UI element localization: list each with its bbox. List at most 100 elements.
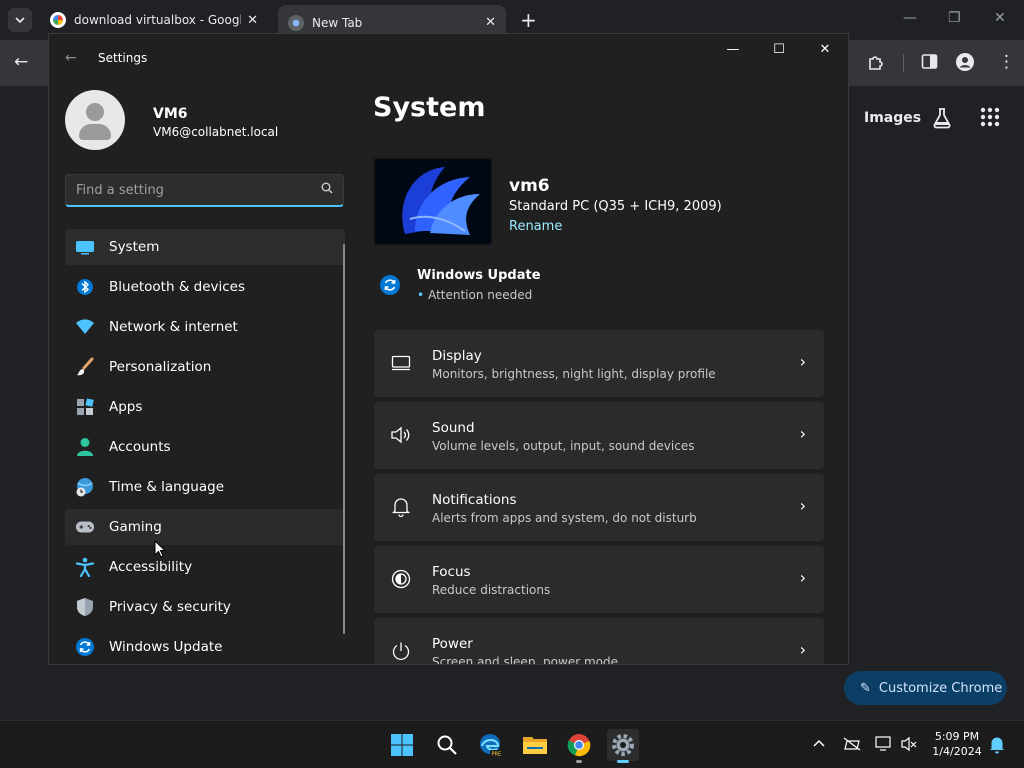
device-wallpaper-thumbnail xyxy=(373,157,493,246)
person-icon xyxy=(75,437,95,457)
nav-item-network[interactable]: Network & internet xyxy=(65,309,345,345)
display-icon xyxy=(390,352,412,374)
google-icon xyxy=(50,12,66,28)
svg-text:PRE: PRE xyxy=(492,752,502,758)
card-sound[interactable]: Sound Volume levels, output, input, soun… xyxy=(374,402,824,469)
card-display[interactable]: Display Monitors, brightness, night ligh… xyxy=(374,330,824,397)
nav-label: Accounts xyxy=(109,439,171,455)
close-icon[interactable]: ✕ xyxy=(485,15,496,30)
window-title: Settings xyxy=(98,51,148,65)
nav-item-privacy-security[interactable]: Privacy & security xyxy=(65,589,345,625)
update-icon xyxy=(75,637,95,657)
monitor-icon xyxy=(75,237,95,257)
taskbar-edge-beta[interactable]: PRE xyxy=(475,729,507,761)
card-focus[interactable]: Focus Reduce distractions › xyxy=(374,546,824,613)
rename-link[interactable]: Rename xyxy=(509,219,562,234)
search-icon xyxy=(321,182,333,197)
maximize-icon[interactable]: ☐ xyxy=(764,42,794,57)
display-network-icon[interactable] xyxy=(875,736,893,756)
search-input[interactable] xyxy=(66,175,306,206)
gamepad-icon xyxy=(75,517,95,537)
side-panel-icon[interactable] xyxy=(921,53,938,75)
show-hidden-icons-chevron-icon[interactable] xyxy=(813,735,825,751)
bell-icon xyxy=(390,496,412,518)
close-icon[interactable]: ✕ xyxy=(810,42,840,57)
settings-search[interactable] xyxy=(65,174,344,207)
restore-icon[interactable]: ❐ xyxy=(948,10,961,26)
edge-beta-icon: PRE xyxy=(480,734,503,758)
chevron-down-icon xyxy=(15,17,25,24)
taskbar-settings[interactable] xyxy=(607,729,639,763)
start-button[interactable] xyxy=(386,729,418,761)
nav-item-personalization[interactable]: Personalization xyxy=(65,349,345,385)
accessibility-icon xyxy=(75,557,95,577)
chevron-right-icon: › xyxy=(799,424,806,443)
chevron-right-icon: › xyxy=(799,640,806,659)
nav-item-gaming[interactable]: Gaming xyxy=(65,509,345,545)
volume-muted-icon[interactable] xyxy=(901,736,917,756)
extensions-icon[interactable] xyxy=(867,53,885,76)
search-icon xyxy=(437,735,457,755)
status-dot: • xyxy=(417,288,425,302)
card-power[interactable]: Power Screen and sleep, power mode › xyxy=(374,618,824,664)
user-email: VM6@collabnet.local xyxy=(153,125,279,139)
page-title: System xyxy=(373,92,486,123)
tab-title: download virtualbox - Google S xyxy=(74,13,241,27)
card-notifications[interactable]: Notifications Alerts from apps and syste… xyxy=(374,474,824,541)
taskbar: PRE 5:09 PM 1/4/2024 xyxy=(0,720,1024,768)
chevron-right-icon: › xyxy=(799,496,806,515)
active-indicator xyxy=(617,760,629,763)
nav-label: Gaming xyxy=(109,519,162,535)
notification-bell-icon[interactable] xyxy=(989,736,1005,758)
settings-nav: System Bluetooth & devices Network & int… xyxy=(65,229,345,664)
nav-scrollbar[interactable] xyxy=(343,244,345,634)
nav-item-windows-update[interactable]: Windows Update xyxy=(65,629,345,664)
minimize-icon[interactable]: — xyxy=(903,10,917,26)
close-icon[interactable]: ✕ xyxy=(247,13,258,28)
back-arrow-icon[interactable]: ← xyxy=(65,50,77,66)
images-link[interactable]: Images xyxy=(864,110,921,126)
customize-chrome-label: Customize Chrome xyxy=(878,680,1003,696)
clock-date: 1/4/2024 xyxy=(932,745,982,758)
focus-icon xyxy=(390,568,412,590)
tab-search-button[interactable] xyxy=(8,8,32,32)
profile-icon[interactable] xyxy=(956,53,974,76)
nav-label: Bluetooth & devices xyxy=(109,279,246,295)
close-window-icon[interactable]: ✕ xyxy=(994,10,1006,26)
back-arrow-icon[interactable]: ← xyxy=(14,52,28,72)
user-profile[interactable]: VM6 VM6@collabnet.local xyxy=(65,90,278,150)
update-status: • Attention needed xyxy=(417,288,533,302)
network-disconnected-icon[interactable] xyxy=(843,737,861,755)
taskbar-search-button[interactable] xyxy=(431,729,463,761)
card-title: Notifications xyxy=(432,492,517,508)
minimize-icon[interactable]: — xyxy=(718,42,748,57)
tab-download-virtualbox[interactable]: download virtualbox - Google S ✕ xyxy=(40,6,268,34)
settings-window: ← Settings — ☐ ✕ VM6 VM6@collabnet.local… xyxy=(48,33,849,665)
customize-chrome-button[interactable]: ✎ Customize Chrome xyxy=(844,671,1007,705)
nav-item-time-language[interactable]: Time & language xyxy=(65,469,345,505)
clock-time: 5:09 PM xyxy=(934,730,980,743)
nav-item-accounts[interactable]: Accounts xyxy=(65,429,345,465)
wifi-icon xyxy=(75,317,95,337)
apps-icon xyxy=(75,397,95,417)
card-subtitle: Reduce distractions xyxy=(432,583,551,597)
nav-item-accessibility[interactable]: Accessibility xyxy=(65,549,345,585)
nav-label: System xyxy=(109,239,160,255)
taskbar-file-explorer[interactable] xyxy=(519,729,551,761)
new-tab-button[interactable]: + xyxy=(520,8,537,32)
labs-flask-icon[interactable] xyxy=(931,107,953,134)
nav-item-apps[interactable]: Apps xyxy=(65,389,345,425)
chrome-icon xyxy=(567,734,591,757)
chevron-right-icon: › xyxy=(799,352,806,371)
globe-clock-icon xyxy=(75,477,95,497)
chrome-icon xyxy=(288,14,304,31)
nav-item-bluetooth[interactable]: Bluetooth & devices xyxy=(65,269,345,305)
taskbar-chrome[interactable] xyxy=(563,729,595,763)
brush-icon xyxy=(75,357,95,377)
update-title: Windows Update xyxy=(417,268,541,283)
nav-item-system[interactable]: System xyxy=(65,229,345,265)
google-apps-icon[interactable] xyxy=(980,107,1000,132)
taskbar-clock[interactable]: 5:09 PM 1/4/2024 xyxy=(926,729,988,759)
more-menu-icon[interactable]: ⋮ xyxy=(998,52,1015,72)
bluetooth-icon xyxy=(75,277,95,297)
